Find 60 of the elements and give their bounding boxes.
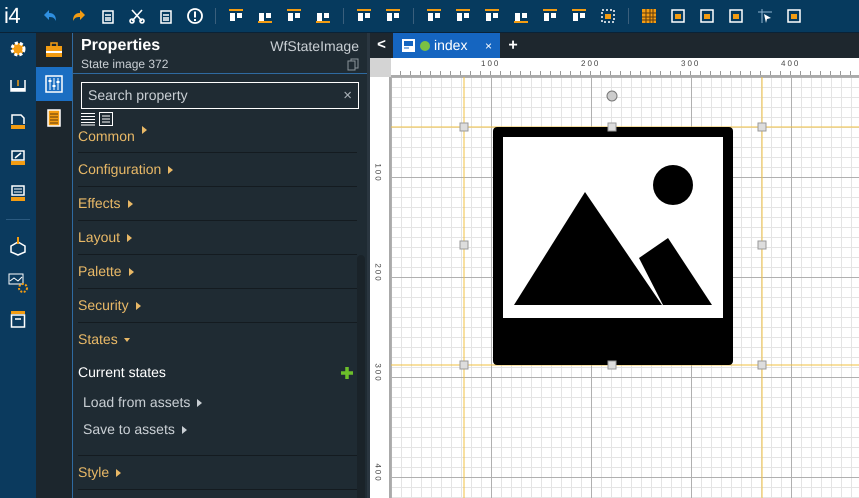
list-view-icon[interactable]: [81, 112, 95, 126]
notes-icon: [47, 109, 61, 127]
caret-icon: [167, 166, 174, 174]
asset-link[interactable]: Load from assets: [78, 389, 357, 416]
ruler-label: 400: [781, 58, 800, 70]
caret-icon: [126, 200, 133, 208]
page-icon: [401, 38, 416, 53]
section-header[interactable]: Effects: [78, 187, 357, 220]
document-tab[interactable]: index ×: [393, 33, 500, 58]
add-tab-button[interactable]: +: [500, 33, 526, 58]
gear-icon[interactable]: [8, 39, 28, 59]
section-header[interactable]: Security: [78, 289, 357, 322]
ruler-label: 200: [581, 58, 600, 70]
ruler-label: 100: [372, 163, 384, 183]
subsection-heading: Current states: [78, 363, 166, 382]
toolbox-icon: [45, 42, 63, 58]
window-icon[interactable]: [8, 310, 28, 330]
panel-title: Properties: [81, 36, 162, 56]
object-type: WfStateImage: [270, 37, 359, 56]
clear-button[interactable]: ×: [343, 88, 352, 103]
add-icon[interactable]: [341, 366, 353, 378]
grid-icon[interactable]: [640, 7, 658, 25]
caret-icon: [196, 398, 202, 406]
search-field[interactable]: Search property ×: [81, 82, 359, 109]
ruler-label: 400: [372, 463, 384, 483]
copy-icon[interactable]: [347, 58, 359, 71]
ruler-corner: [370, 58, 391, 77]
close-button[interactable]: ×: [484, 36, 492, 54]
section-header[interactable]: States: [78, 323, 357, 356]
box-icon[interactable]: [8, 236, 28, 256]
sliders-icon: [45, 75, 63, 93]
panel-subtitle: State image 372: [81, 56, 168, 72]
ruler-label: 200: [372, 263, 384, 283]
caret-icon: [134, 302, 141, 310]
section-header[interactable]: Palette: [78, 255, 357, 288]
tab-label: index: [434, 36, 468, 55]
caret-icon: [124, 336, 130, 344]
selected-image-drawing[interactable]: [460, 90, 766, 370]
info-icon[interactable]: [186, 7, 204, 25]
ruler-label: 100: [481, 58, 500, 70]
detail-view-icon[interactable]: [99, 112, 113, 126]
caret-icon: [128, 268, 134, 276]
caret-icon: [180, 426, 187, 434]
caret-icon: [115, 468, 122, 476]
chart-gear-icon[interactable]: [7, 272, 29, 294]
ruler-label: 300: [372, 363, 384, 383]
back-button[interactable]: <: [370, 33, 393, 58]
pointer-icon[interactable]: [756, 7, 774, 25]
asset-link[interactable]: Save to assets: [78, 416, 357, 443]
section-header[interactable]: Common: [78, 126, 357, 152]
caret-icon: [126, 234, 132, 242]
ruler-label: 300: [681, 58, 700, 70]
caret-icon: [140, 126, 147, 134]
select-icon[interactable]: [599, 7, 618, 25]
list-icon[interactable]: [8, 183, 28, 203]
app-logo: i4: [4, 5, 20, 27]
section-header[interactable]: Style: [78, 456, 357, 489]
cut-icon[interactable]: [128, 7, 146, 25]
section-header[interactable]: Configuration: [78, 153, 357, 186]
section-header[interactable]: Layout: [78, 221, 357, 254]
